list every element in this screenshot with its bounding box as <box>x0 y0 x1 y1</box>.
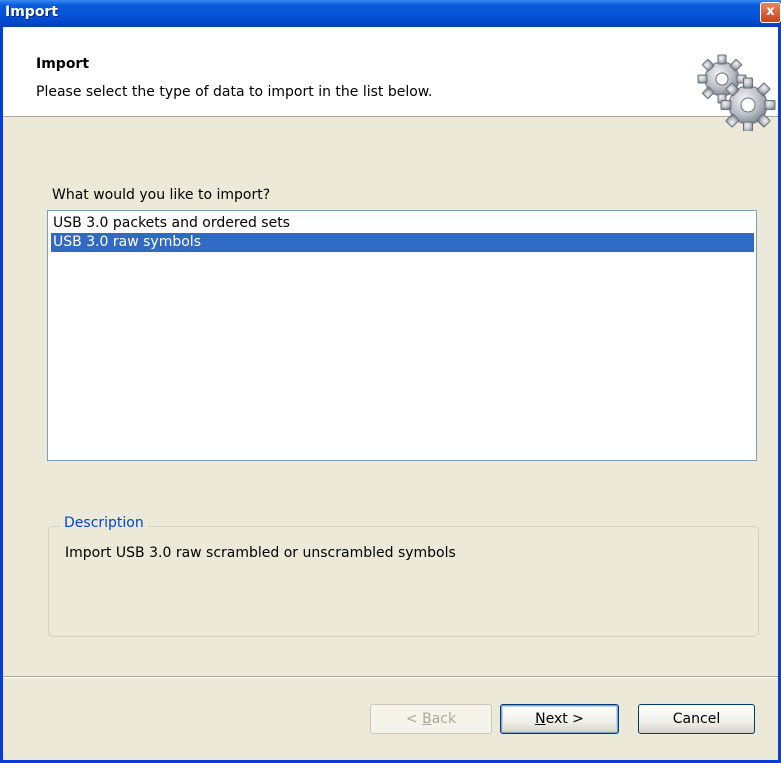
description-groupbox <box>48 526 759 637</box>
footer-divider-highlight <box>3 677 778 678</box>
header-title: Import <box>36 56 90 72</box>
close-button[interactable]: x <box>760 2 781 23</box>
import-dialog: Import x Import Please select the type o… <box>0 0 781 763</box>
window-title: Import <box>5 4 59 20</box>
gears-icon <box>697 54 776 131</box>
title-bar[interactable]: Import x <box>0 0 781 27</box>
next-button-mnemonic: N <box>535 711 546 727</box>
cancel-button[interactable]: Cancel <box>638 704 755 734</box>
back-button-prefix: < <box>405 711 423 727</box>
close-icon: x <box>766 4 775 19</box>
back-button-rest: ack <box>431 711 457 727</box>
header-subtitle: Please select the type of data to import… <box>36 84 433 100</box>
list-item-packets[interactable]: USB 3.0 packets and ordered sets <box>51 214 754 233</box>
description-legend: Description <box>60 515 148 531</box>
back-button-mnemonic: B <box>422 711 432 727</box>
back-button[interactable]: < Back <box>370 704 492 734</box>
wizard-header: Import Please select the type of data to… <box>3 27 778 131</box>
description-text: Import USB 3.0 raw scrambled or unscramb… <box>65 545 456 561</box>
list-item-raw-symbols[interactable]: USB 3.0 raw symbols <box>51 233 754 252</box>
cancel-button-label: Cancel <box>672 711 721 727</box>
next-button[interactable]: Next > <box>500 704 619 734</box>
import-type-listbox[interactable]: USB 3.0 packets and ordered sets USB 3.0… <box>47 210 757 461</box>
import-prompt-label: What would you like to import? <box>52 187 271 203</box>
next-button-rest: ext > <box>545 711 584 727</box>
